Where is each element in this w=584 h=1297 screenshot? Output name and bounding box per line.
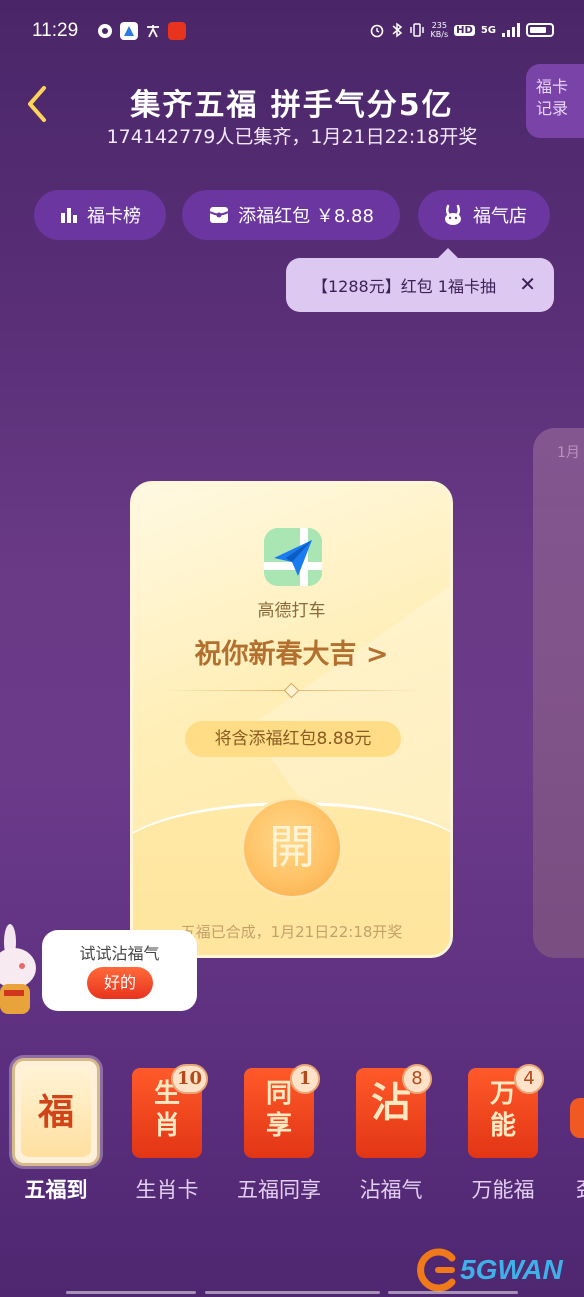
next-card-preview[interactable]: 1月: [533, 428, 584, 958]
home-indicator: [66, 1291, 196, 1294]
red-packet-label: 添福红包 ￥8.88: [238, 206, 374, 227]
tab-wufu-dao[interactable]: 福: [12, 1058, 100, 1166]
amap-logo-icon: [264, 528, 322, 586]
vibrate-icon: [409, 23, 424, 37]
zodiac-card-icon: 生 肖 10: [132, 1064, 208, 1158]
alarm-icon: [370, 24, 383, 38]
promo-tooltip-text: 【1288元】红包 1福卡抽: [312, 277, 496, 296]
tab-share-label: 五福同享: [237, 1178, 321, 1202]
status-right: 235 KB/s HD 5G: [369, 21, 554, 39]
catch-card-icon: 沾 8: [356, 1064, 432, 1158]
red-app-icon: [168, 22, 186, 40]
hd-badge: HD: [454, 24, 475, 36]
signal-icon: [502, 23, 520, 37]
home-indicator-mid: [205, 1291, 380, 1294]
tab-zodiac-card[interactable]: 生 肖 10 生肖卡: [120, 1062, 214, 1212]
tab-more-label: 劲: [576, 1174, 584, 1204]
sponsor-name: 高德打车: [257, 601, 326, 621]
watermark-text: 5GWAN: [460, 1254, 563, 1285]
red-packet-button[interactable]: 添福红包 ￥8.88: [182, 190, 400, 240]
card-record-button[interactable]: 福卡 记录: [526, 64, 584, 138]
rabbit-icon: [445, 204, 461, 225]
status-time: 11:29: [32, 20, 79, 41]
ok-button[interactable]: 好的: [87, 967, 153, 999]
net-speed-unit: KB/s: [430, 30, 449, 39]
tab-more-edge[interactable]: [570, 1098, 584, 1138]
wufu-card-icon: 福: [21, 1067, 91, 1157]
tab-wildcard-blessing[interactable]: 万 能 4 万能福: [456, 1062, 550, 1212]
hint-text: 试试沾福气: [79, 944, 160, 963]
open-button[interactable]: 開: [241, 797, 343, 899]
bluetooth-icon: [392, 22, 402, 38]
translate-icon: [144, 22, 162, 40]
next-card-text: 1月: [557, 445, 580, 461]
tab-share-blessing[interactable]: 同 享 1 五福同享: [232, 1062, 326, 1212]
tab-wildcard-label: 万能福: [471, 1178, 535, 1202]
tab-catch-label: 沾福气: [359, 1178, 423, 1202]
net-speed: 235 KB/s: [431, 21, 449, 39]
red-packet-icon: [209, 207, 229, 223]
count-badge: 8: [402, 1064, 432, 1094]
hint-bubble: 试试沾福气 好的: [42, 930, 197, 1011]
tab-zodiac-label: 生肖卡: [135, 1178, 199, 1202]
tab-wufu-dao-label: 五福到: [24, 1178, 88, 1202]
page-title: 集齐五福 拼手气分5亿: [130, 88, 454, 123]
wildcard-icon: 万 能 4: [468, 1064, 544, 1158]
wish-link[interactable]: 祝你新春大吉 >: [133, 632, 450, 671]
count-badge: 4: [514, 1064, 544, 1094]
net-speed-value: 235: [431, 21, 447, 30]
page-subtitle: 174142779人已集齐，1月21日22:18开奖: [106, 126, 478, 148]
blessing-shop-label: 福气店: [473, 206, 527, 227]
status-bar: 11:29 235 KB/s HD 5G: [0, 0, 584, 62]
home-indicator-right: [388, 1291, 518, 1294]
watermark-logo: 5GWAN: [412, 1248, 584, 1292]
rabbit-mascot-icon[interactable]: [0, 920, 40, 1020]
share-card-glyph: 同 享: [265, 1079, 292, 1141]
close-icon[interactable]: ✕: [519, 272, 536, 296]
fortune-card[interactable]: 高德打车 祝你新春大吉 > 将含添福红包8.88元 開 五福已合成，1月21日2…: [130, 481, 453, 958]
card-ranking-label: 福卡榜: [87, 206, 141, 227]
wildcard-glyph: 万 能: [489, 1079, 516, 1141]
bonus-badge: 将含添福红包8.88元: [185, 721, 401, 757]
browser-icon: [96, 22, 114, 40]
card-ranking-button[interactable]: 福卡榜: [34, 190, 166, 240]
tab-catch-blessing[interactable]: 沾 8 沾福气: [344, 1062, 438, 1212]
blessing-shop-button[interactable]: 福气店: [418, 190, 550, 240]
card-record-label: 福卡 记录: [536, 77, 569, 118]
app-icon: [120, 22, 138, 40]
battery-icon: [526, 23, 554, 37]
bar-chart-icon: [61, 208, 77, 223]
promo-tooltip[interactable]: 【1288元】红包 1福卡抽 ✕: [286, 248, 554, 312]
count-badge: 10: [170, 1064, 208, 1094]
signal-label: 5G: [480, 24, 496, 36]
share-card-icon: 同 享 1: [244, 1064, 320, 1158]
count-badge: 1: [290, 1064, 320, 1094]
notification-icons: [96, 22, 186, 40]
